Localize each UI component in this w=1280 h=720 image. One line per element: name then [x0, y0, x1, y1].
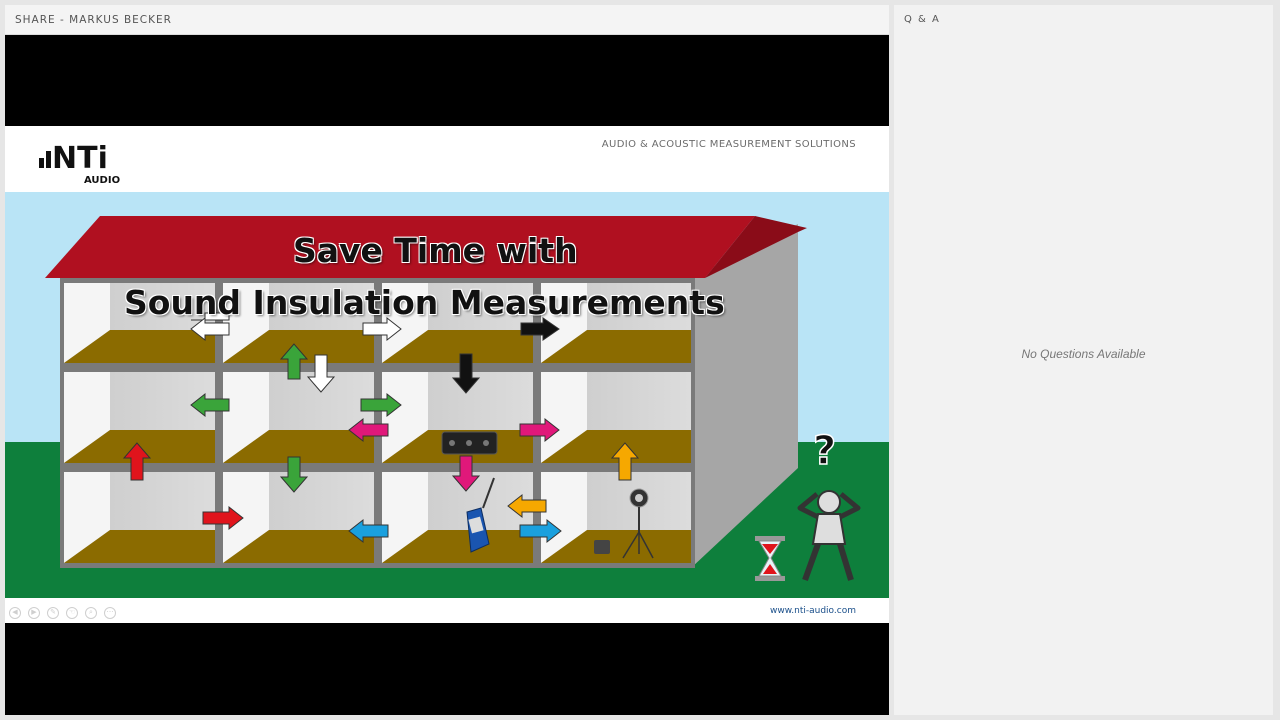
footer-url[interactable]: www.nti-audio.com: [770, 606, 856, 616]
slide-footer: ◀ ▶ ✎ ☜ ⌕ ⋯ www.nti-audio.com: [5, 602, 889, 623]
qa-empty-message: No Questions Available: [1021, 347, 1146, 361]
slide-title-line-2: Sound Insulation Measurements: [124, 283, 725, 322]
nti-audio-logo: NTi AUDIO: [39, 141, 120, 184]
share-title: SHARE - MARKUS BECKER: [15, 14, 172, 26]
logo-sub: AUDIO: [84, 175, 120, 184]
share-panel: SHARE - MARKUS BECKER NTi AUDIO AUDIO & …: [5, 5, 889, 715]
dodecahedron-speaker-icon: [441, 431, 498, 455]
question-mark: ?: [813, 428, 836, 474]
share-header: SHARE - MARKUS BECKER: [5, 5, 889, 35]
app-window: SHARE - MARKUS BECKER NTi AUDIO AUDIO & …: [0, 0, 1280, 720]
more-icon[interactable]: ⋯: [104, 607, 116, 619]
slide-title-line-1: Save Time with: [293, 231, 578, 270]
play-icon[interactable]: ▶: [28, 607, 40, 619]
logo-mark: NTi: [52, 141, 108, 176]
zoom-icon[interactable]: ⌕: [85, 607, 97, 619]
qa-title: Q & A: [904, 14, 941, 25]
slide-tagline: AUDIO & ACOUSTIC MEASUREMENT SOLUTIONS: [601, 139, 856, 150]
qa-panel: Q & A No Questions Available: [894, 5, 1273, 715]
presentation-slide: NTi AUDIO AUDIO & ACOUSTIC MEASUREMENT S…: [5, 126, 889, 623]
pen-icon[interactable]: ✎: [47, 607, 59, 619]
slide-header: NTi AUDIO AUDIO & ACOUSTIC MEASUREMENT S…: [5, 126, 889, 192]
pointer-icon[interactable]: ☜: [66, 607, 78, 619]
prev-icon[interactable]: ◀: [9, 607, 21, 619]
